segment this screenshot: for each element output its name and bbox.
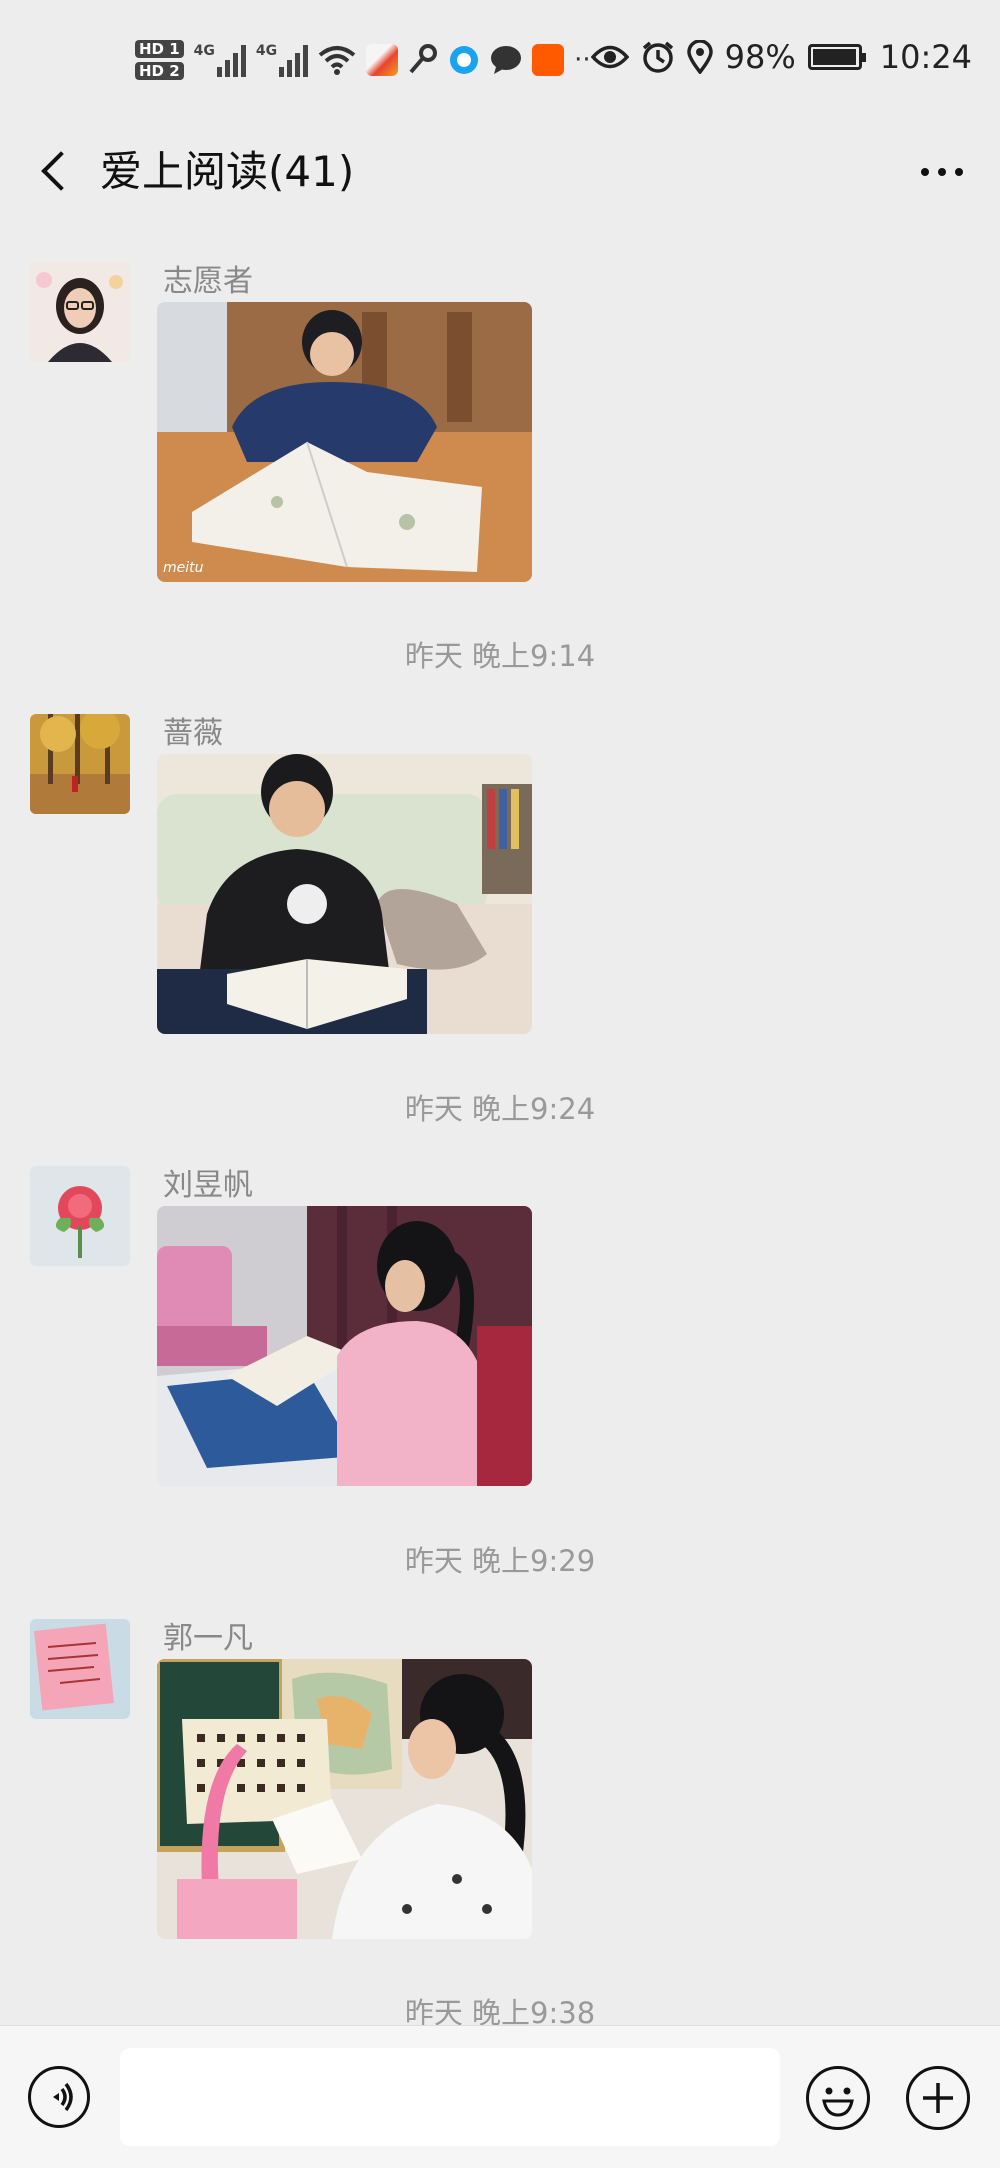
more-dots-icon[interactable] (912, 147, 972, 197)
sender-name: 志愿者 (163, 264, 253, 299)
chat-header: 爱上阅读(41) (0, 125, 1000, 220)
image-message[interactable] (157, 1206, 532, 1486)
voice-icon[interactable] (28, 2066, 90, 2128)
browser-icon (450, 46, 479, 74)
image-message[interactable]: meitu (157, 302, 532, 582)
message-timestamp: 昨天 晚上9:14 (404, 639, 596, 673)
status-right: 98% 10:24 (590, 38, 972, 76)
sender-name: 郭一凡 (163, 1621, 253, 1656)
sim-indicators: HD 1 HD 2 (135, 40, 184, 80)
location-icon (686, 40, 713, 74)
signal-bars-icon (216, 43, 246, 77)
image-message[interactable] (157, 1659, 532, 1939)
key-icon (409, 44, 438, 74)
avatar[interactable] (30, 1619, 130, 1719)
message-timestamp: 昨天 晚上9:29 (404, 1544, 596, 1578)
avatar[interactable] (30, 262, 130, 362)
signal-2: 4G (255, 43, 309, 77)
eye-icon (590, 45, 629, 69)
clock: 10:24 (879, 38, 972, 76)
sim-1-label: HD 1 (135, 40, 184, 58)
plus-icon[interactable] (906, 2066, 970, 2130)
sim-2-label: HD 2 (135, 62, 184, 80)
status-bar: HD 1 HD 2 4G 4G ··· 98% 10:24 (0, 0, 1000, 125)
app-notification-icon (366, 44, 399, 76)
chat-input-bar (0, 2025, 1000, 2168)
page-title: 爱上阅读(41) (100, 147, 355, 196)
avatar[interactable] (30, 1166, 130, 1266)
alarm-icon (642, 41, 673, 73)
net-type-2: 4G (255, 43, 278, 59)
message-timestamp: 昨天 晚上9:24 (404, 1092, 596, 1126)
wifi-icon (318, 46, 356, 75)
sender-name: 蔷薇 (163, 716, 223, 751)
battery-fill (812, 49, 856, 65)
chat-bubble-icon (491, 46, 522, 74)
battery-percent: 98% (724, 38, 796, 76)
status-left: HD 1 HD 2 4G 4G ··· (135, 30, 599, 90)
message-input[interactable] (120, 2048, 780, 2146)
chevron-left-icon[interactable] (28, 143, 84, 199)
svg-text:meitu: meitu (163, 560, 204, 576)
image-message[interactable] (157, 754, 532, 1034)
kuaishou-icon (532, 44, 565, 76)
net-type-1: 4G (193, 43, 215, 59)
signal-1: 4G (194, 43, 246, 77)
emoji-icon[interactable] (806, 2066, 870, 2130)
avatar[interactable] (30, 714, 130, 814)
signal-bars-icon (279, 43, 309, 77)
battery-icon (807, 44, 866, 70)
sender-name: 刘昱帆 (163, 1168, 253, 1203)
